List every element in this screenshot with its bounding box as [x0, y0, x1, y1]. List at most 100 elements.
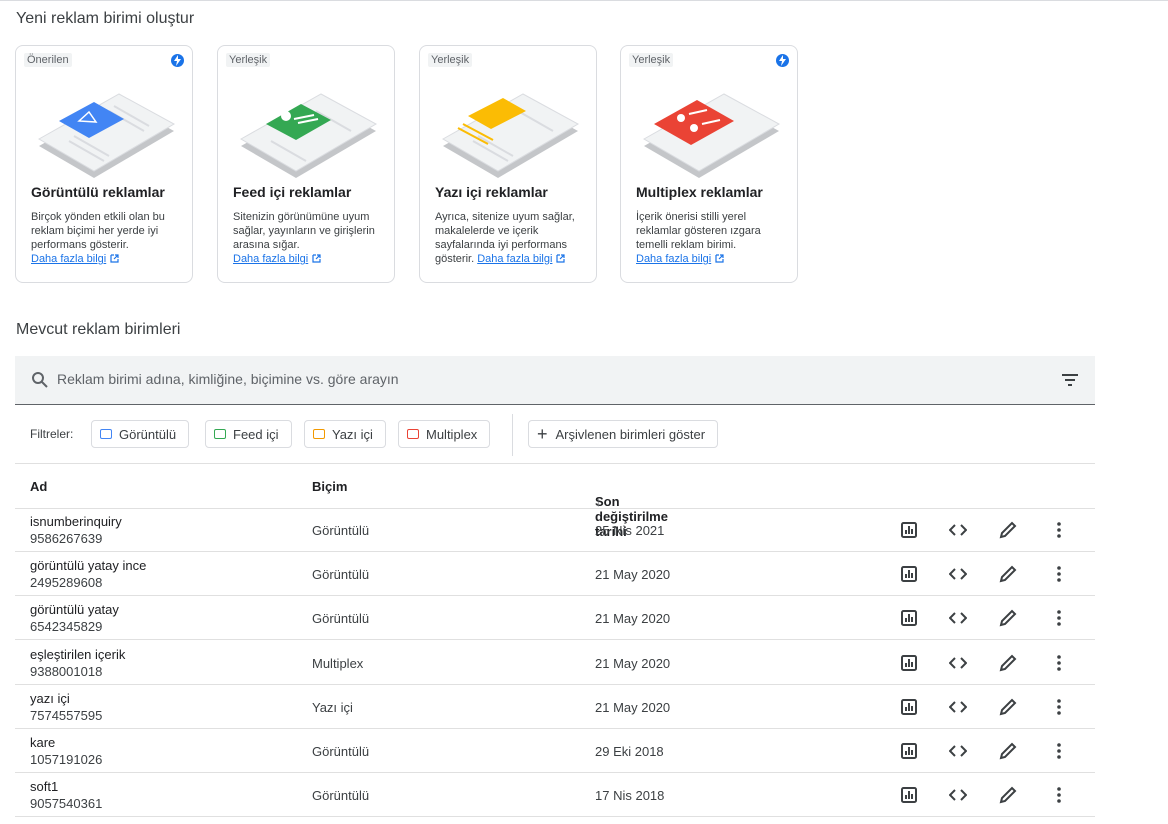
existing-section-title: Mevcut reklam birimleri: [16, 321, 181, 338]
code-icon[interactable]: [947, 784, 969, 806]
code-icon[interactable]: [947, 519, 969, 541]
in-feed-swatch-icon: [214, 429, 226, 439]
edit-icon[interactable]: [997, 740, 1019, 762]
bolt-icon: [776, 54, 789, 67]
unit-id: 2495289608: [30, 575, 103, 591]
unit-id: 9388001018: [30, 663, 103, 679]
filter-list-icon[interactable]: [1061, 373, 1079, 387]
filter-bar: Filtreler: Görüntülü Feed içi Yazı içi M…: [15, 406, 1095, 464]
filter-in-article[interactable]: Yazı içi: [304, 420, 386, 448]
card-display-ads[interactable]: Önerilen Görüntülü reklamlar Birçok yönd…: [15, 45, 193, 283]
search-input[interactable]: Reklam birimi adına, kimliğine, biçimine…: [57, 371, 399, 387]
learn-more-link[interactable]: Daha fazla bilgi: [31, 253, 106, 265]
unit-modified-date: 21 May 2020: [595, 699, 671, 715]
more-vert-icon[interactable]: [1048, 563, 1070, 585]
table-row[interactable]: eşleştirilen içerik 9388001018 Multiplex 21…: [15, 641, 1095, 685]
more-vert-icon[interactable]: [1048, 740, 1070, 762]
card-multiplex-ads[interactable]: Yerleşik Multiplex reklamlar İçerik öner…: [620, 45, 798, 283]
unit-id: 1057191026: [30, 752, 103, 767]
card-description: Ayrıca, sitenize uyum sağlar, makalelerd…: [435, 211, 575, 265]
edit-icon[interactable]: [997, 696, 1019, 718]
unit-id: 6542345829: [30, 619, 103, 635]
sort-arrow-icon: ↓: [595, 494, 602, 509]
more-vert-icon[interactable]: [1048, 607, 1070, 629]
card-tag: Yerleşik: [428, 53, 473, 67]
unit-format: Görüntülü: [312, 788, 370, 804]
report-icon[interactable]: [898, 563, 920, 585]
open-external-icon: [556, 254, 566, 263]
card-in-feed-ads[interactable]: Yerleşik Feed içi reklamlar Sitenizin gö…: [217, 45, 395, 283]
unit-name[interactable]: soft1: [30, 779, 58, 794]
unit-id: 7574557595: [30, 707, 103, 723]
column-name[interactable]: Ad: [30, 479, 47, 494]
card-title: Görüntülü reklamlar: [31, 184, 165, 200]
edit-icon[interactable]: [997, 784, 1019, 806]
top-divider: [0, 0, 1168, 1]
code-icon[interactable]: [947, 607, 969, 629]
card-title: Yazı içi reklamlar: [435, 184, 548, 200]
unit-modified-date: 21 May 2020: [595, 611, 671, 627]
card-in-article-ads[interactable]: Yerleşik Yazı içi reklamlar Ayrıca, site…: [419, 45, 597, 283]
code-icon[interactable]: [947, 696, 969, 718]
edit-icon[interactable]: [997, 652, 1019, 674]
report-icon[interactable]: [898, 740, 920, 762]
multiplex-swatch-icon: [407, 429, 419, 439]
edit-icon[interactable]: [997, 563, 1019, 585]
display-swatch-icon: [100, 429, 112, 439]
unit-name[interactable]: eşleştirilen içerik: [30, 647, 125, 662]
code-icon[interactable]: [947, 563, 969, 585]
learn-more-link[interactable]: Daha fazla bilgi: [477, 253, 552, 265]
table-row[interactable]: kare 1057191026 Görüntülü 29 Eki 2018: [15, 729, 1095, 773]
table-row[interactable]: görüntülü yatay 6542345829 Görüntülü 21 May…: [15, 596, 1095, 641]
report-icon[interactable]: [898, 607, 920, 629]
unit-id: 9057540361: [30, 796, 103, 812]
unit-format: Multiplex: [312, 655, 364, 671]
more-vert-icon[interactable]: [1048, 652, 1070, 674]
filter-in-feed[interactable]: Feed içi: [205, 420, 292, 448]
unit-name[interactable]: görüntülü yatay ince: [30, 558, 146, 573]
bolt-icon: [171, 54, 184, 67]
unit-format: Görüntülü: [312, 567, 370, 583]
unit-name[interactable]: yazı içi: [30, 691, 70, 706]
learn-more-link[interactable]: Daha fazla bilgi: [636, 253, 711, 265]
column-format[interactable]: Biçim: [312, 479, 347, 494]
report-icon[interactable]: [898, 784, 920, 806]
unit-modified-date: 21 May 2020: [595, 655, 671, 671]
table-row[interactable]: yazı içi 7574557595 Yazı içi 21 May 2020: [15, 685, 1095, 729]
more-vert-icon[interactable]: [1048, 519, 1070, 541]
unit-name[interactable]: isnumberinquiry: [30, 514, 122, 529]
display-ad-illustration: [37, 93, 176, 178]
filters-label: Filtreler:: [30, 427, 74, 441]
unit-modified-date: 17 Nis 2018: [595, 788, 665, 804]
report-icon[interactable]: [898, 696, 920, 718]
table-row[interactable]: görüntülü yatay ince 2495289608 Görüntülü 2…: [15, 552, 1095, 597]
more-vert-icon[interactable]: [1048, 784, 1070, 806]
code-icon[interactable]: [947, 740, 969, 762]
table-row[interactable]: soft1 9057540361 Görüntülü 17 Nis 2018: [15, 773, 1095, 818]
search-bar[interactable]: Reklam birimi adına, kimliğine, biçimine…: [15, 356, 1095, 405]
card-tag: Önerilen: [24, 53, 72, 67]
filter-display[interactable]: Görüntülü: [91, 420, 190, 448]
open-external-icon: [312, 254, 321, 263]
card-title: Multiplex reklamlar: [636, 184, 763, 200]
table-row[interactable]: isnumberinquiry 9586267639 Görüntülü 25 Nis…: [15, 508, 1095, 552]
unit-format: Görüntülü: [312, 523, 370, 538]
edit-icon[interactable]: [997, 607, 1019, 629]
report-icon[interactable]: [898, 652, 920, 674]
report-icon[interactable]: [898, 519, 920, 541]
show-archived-button[interactable]: + Arşivlenen birimleri göster: [528, 420, 719, 448]
more-vert-icon[interactable]: [1048, 696, 1070, 718]
unit-modified-date: 25 Nis 2021: [595, 523, 665, 538]
filter-multiplex[interactable]: Multiplex: [398, 420, 491, 448]
edit-icon[interactable]: [997, 519, 1019, 541]
unit-name[interactable]: görüntülü yatay: [30, 602, 119, 617]
unit-name[interactable]: kare: [30, 735, 55, 750]
unit-format: Görüntülü: [312, 611, 370, 627]
in-feed-ad-illustration: [239, 93, 378, 178]
create-section-title: Yeni reklam birimi oluştur: [16, 10, 195, 27]
learn-more-link[interactable]: Daha fazla bilgi: [233, 253, 308, 265]
code-icon[interactable]: [947, 652, 969, 674]
unit-format: Görüntülü: [312, 744, 370, 759]
open-external-icon: [715, 254, 724, 263]
in-article-ad-illustration: [441, 93, 580, 178]
